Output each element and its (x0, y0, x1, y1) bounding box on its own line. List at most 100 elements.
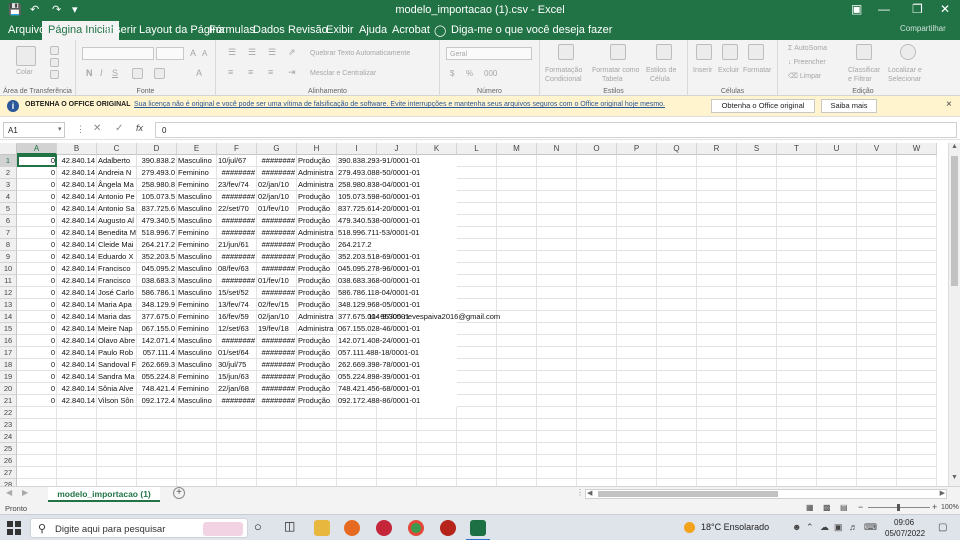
cell-r14[interactable] (697, 311, 737, 323)
cell-p1[interactable] (617, 155, 657, 167)
screen-recorder-icon[interactable] (440, 520, 456, 536)
more-options-icon[interactable]: ⋮ (76, 124, 85, 135)
cell-c19[interactable]: Sandra Ma (97, 371, 137, 383)
prev-sheet-icon[interactable]: ◀ (6, 488, 12, 497)
cell-o18[interactable] (577, 359, 617, 371)
ribbon-display-icon[interactable]: ▣ (851, 2, 862, 16)
cell-e23[interactable] (177, 419, 217, 431)
confirm-entry-icon[interactable]: ✓ (115, 123, 123, 134)
cell-l21[interactable] (457, 395, 497, 407)
column-header-h[interactable]: H (297, 143, 337, 155)
cell-s3[interactable] (737, 179, 777, 191)
cell-u5[interactable] (817, 203, 857, 215)
opera-icon[interactable] (376, 520, 392, 536)
indent-icon[interactable]: ⇥ (288, 68, 296, 77)
cell-d27[interactable] (137, 467, 177, 479)
cell-d13[interactable]: 348.129.9 (137, 299, 177, 311)
tell-me-input[interactable]: Diga-me o que você deseja fazer (451, 24, 612, 36)
cell-t4[interactable] (777, 191, 817, 203)
cell-w13[interactable] (897, 299, 937, 311)
cell-d28[interactable] (137, 479, 177, 486)
cell-v14[interactable] (857, 311, 897, 323)
cell-p25[interactable] (617, 443, 657, 455)
cell-b11[interactable]: 42.840.14 (57, 275, 97, 287)
cell-c10[interactable]: Francisco (97, 263, 137, 275)
cell-a6[interactable]: 0 (17, 215, 57, 227)
cell-v6[interactable] (857, 215, 897, 227)
column-header-d[interactable]: D (137, 143, 177, 155)
column-header-j[interactable]: J (377, 143, 417, 155)
cell-d2[interactable]: 279.493.0 (137, 167, 177, 179)
cell-m2[interactable] (497, 167, 537, 179)
align-left-icon[interactable]: ≡ (228, 68, 233, 77)
cell-s21[interactable] (737, 395, 777, 407)
cell-u10[interactable] (817, 263, 857, 275)
cell-a5[interactable]: 0 (17, 203, 57, 215)
cell-c22[interactable] (97, 407, 137, 419)
cell-a25[interactable] (17, 443, 57, 455)
cell-l11[interactable] (457, 275, 497, 287)
cell-p12[interactable] (617, 287, 657, 299)
cell-o10[interactable] (577, 263, 617, 275)
cell-e8[interactable]: Feminino (177, 239, 217, 251)
cell-q3[interactable] (657, 179, 697, 191)
number-format-select[interactable]: Geral (446, 47, 532, 60)
cell-p20[interactable] (617, 383, 657, 395)
cell-n4[interactable] (537, 191, 577, 203)
cell-s18[interactable] (737, 359, 777, 371)
cell-q25[interactable] (657, 443, 697, 455)
cell-e21[interactable]: Masculino (177, 395, 217, 407)
cell-v27[interactable] (857, 467, 897, 479)
cell-m15[interactable] (497, 323, 537, 335)
cell-s11[interactable] (737, 275, 777, 287)
formula-input[interactable]: 0 (155, 122, 957, 138)
cell-i3[interactable]: 258.980.838-04/0001-01 (337, 179, 420, 191)
cell-r13[interactable] (697, 299, 737, 311)
cell-t19[interactable] (777, 371, 817, 383)
cell-q2[interactable] (657, 167, 697, 179)
network-icon[interactable]: ▣ (834, 522, 843, 533)
cell-a11[interactable]: 0 (17, 275, 57, 287)
cell-w25[interactable] (897, 443, 937, 455)
cell-h2[interactable]: Administra (297, 167, 337, 179)
cell-h27[interactable] (297, 467, 337, 479)
cell-o2[interactable] (577, 167, 617, 179)
cell-c17[interactable]: Paulo Rob (97, 347, 137, 359)
row-header-25[interactable]: 25 (0, 443, 17, 455)
cell-h15[interactable]: Administra (297, 323, 337, 335)
row-header-9[interactable]: 9 (0, 251, 17, 263)
cell-v2[interactable] (857, 167, 897, 179)
cell-v15[interactable] (857, 323, 897, 335)
cell-p2[interactable] (617, 167, 657, 179)
select-all-corner[interactable] (0, 143, 17, 155)
cell-n23[interactable] (537, 419, 577, 431)
cell-b16[interactable]: 42.840.14 (57, 335, 97, 347)
cell-i4[interactable]: 105.073.598-60/0001-01 (337, 191, 420, 203)
cell-g16[interactable]: ######## (257, 335, 297, 347)
cell-e12[interactable]: Masculino (177, 287, 217, 299)
cell-g12[interactable]: ######## (257, 287, 297, 299)
cell-c4[interactable]: Antonio Pe (97, 191, 137, 203)
insert-cells-button[interactable]: Inserir (693, 66, 712, 75)
cell-f22[interactable] (217, 407, 257, 419)
cell-l16[interactable] (457, 335, 497, 347)
insert-function-icon[interactable]: fx (136, 123, 143, 133)
row-header-6[interactable]: 6 (0, 215, 17, 227)
cell-c27[interactable] (97, 467, 137, 479)
cell-q20[interactable] (657, 383, 697, 395)
cell-q17[interactable] (657, 347, 697, 359)
cell-k24[interactable] (417, 431, 457, 443)
cell-s15[interactable] (737, 323, 777, 335)
maximize-icon[interactable]: ❐ (912, 2, 923, 16)
cell-f28[interactable] (217, 479, 257, 486)
cell-b17[interactable]: 42.840.14 (57, 347, 97, 359)
cell-o25[interactable] (577, 443, 617, 455)
cell-t3[interactable] (777, 179, 817, 191)
italic-icon[interactable]: I (100, 69, 103, 78)
cell-o1[interactable] (577, 155, 617, 167)
cell-m4[interactable] (497, 191, 537, 203)
cell-r19[interactable] (697, 371, 737, 383)
cell-u21[interactable] (817, 395, 857, 407)
cell-e7[interactable]: Feminino (177, 227, 217, 239)
file-explorer-icon[interactable] (314, 520, 330, 536)
